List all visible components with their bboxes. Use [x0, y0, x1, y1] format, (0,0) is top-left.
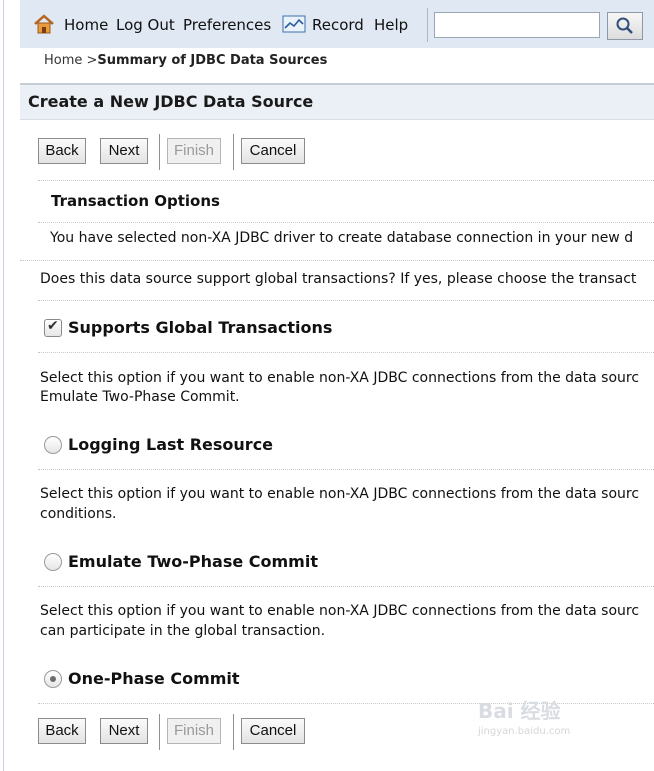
logging-last-resource-label[interactable]: Logging Last Resource [68, 435, 273, 454]
global-toolbar: Home Log Out Preferences Record Help [20, 0, 654, 48]
cancel-button[interactable]: Cancel [241, 138, 305, 164]
divider [38, 222, 654, 223]
breadcrumb-home[interactable]: Home > [44, 53, 97, 68]
back-button[interactable]: Back [38, 718, 86, 744]
section-title: Transaction Options [51, 192, 220, 210]
finish-button[interactable]: Finish [167, 718, 221, 744]
panel-title: Create a New JDBC Data Source [28, 92, 314, 111]
supports-global-transactions-label[interactable]: Supports Global Transactions [68, 318, 332, 337]
toolbar-divider [427, 8, 428, 42]
one-phase-commit-radio[interactable] [44, 670, 62, 688]
divider [38, 180, 654, 181]
left-frame-border [0, 0, 4, 771]
divider [38, 352, 654, 353]
watermark-url: jingyan.baidu.com [478, 726, 571, 737]
search-button[interactable] [607, 12, 643, 40]
breadcrumb: Home >Summary of JDBC Data Sources [44, 53, 327, 68]
button-separator [159, 134, 160, 170]
watermark-main: Bai 经验 [478, 699, 561, 723]
preferences-link[interactable]: Preferences [183, 16, 271, 34]
question-text: Does this data source support global tra… [40, 271, 637, 287]
llr-description-line1: Select this option if you want to enable… [40, 486, 640, 502]
panel-title-bar: Create a New JDBC Data Source [20, 85, 654, 120]
intro-text: You have selected non-XA JDBC driver to … [50, 230, 634, 246]
emulate-two-phase-commit-radio[interactable] [44, 553, 62, 571]
search-input[interactable] [434, 12, 600, 38]
button-separator [233, 714, 234, 750]
watermark-logo: Bai 经验 jingyan.baidu.com [478, 695, 570, 737]
divider [38, 469, 654, 470]
search-icon [616, 17, 633, 34]
home-link[interactable]: Home [64, 16, 108, 34]
emulate-description-line2: can participate in the global transactio… [40, 623, 326, 639]
logout-link[interactable]: Log Out [116, 16, 175, 34]
button-separator [159, 714, 160, 750]
divider [20, 260, 654, 261]
emulate-description-line1: Select this option if you want to enable… [40, 603, 640, 619]
breadcrumb-current[interactable]: Summary of JDBC Data Sources [97, 53, 327, 68]
one-phase-commit-label[interactable]: One-Phase Commit [68, 669, 240, 688]
back-button[interactable]: Back [38, 138, 86, 164]
finish-button[interactable]: Finish [167, 138, 221, 164]
button-separator [233, 134, 234, 170]
emulate-two-phase-commit-label[interactable]: Emulate Two-Phase Commit [68, 552, 318, 571]
help-link[interactable]: Help [374, 16, 408, 34]
next-button[interactable]: Next [100, 138, 148, 164]
divider [38, 300, 654, 301]
divider [38, 586, 654, 587]
global-tx-description-line2: Emulate Two-Phase Commit. [40, 389, 240, 405]
global-tx-description-line1: Select this option if you want to enable… [40, 370, 640, 386]
llr-description-line2: conditions. [40, 506, 117, 522]
home-icon[interactable] [33, 14, 55, 38]
supports-global-transactions-checkbox[interactable] [44, 318, 62, 337]
next-button[interactable]: Next [100, 718, 148, 744]
logging-last-resource-radio[interactable] [44, 436, 62, 454]
record-icon[interactable] [282, 15, 306, 37]
cancel-button[interactable]: Cancel [241, 718, 305, 744]
record-link[interactable]: Record [312, 16, 364, 34]
